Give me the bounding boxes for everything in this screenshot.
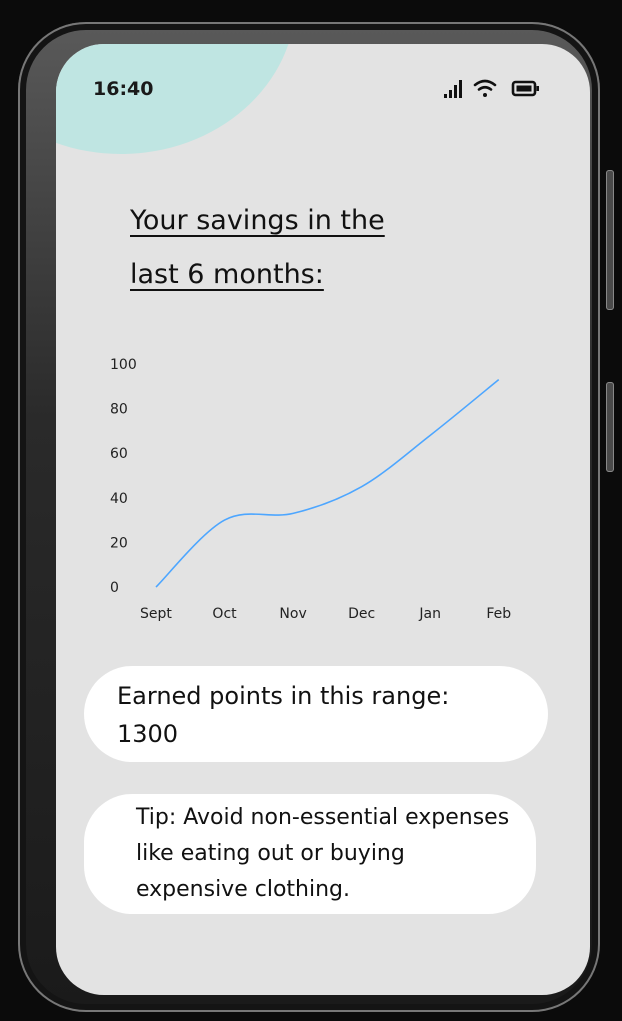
y-tick-label: 0 bbox=[110, 580, 119, 596]
y-tick-label: 100 bbox=[110, 357, 137, 373]
tip-text: Tip: Avoid non-essential expenses like e… bbox=[136, 805, 510, 902]
volume-button bbox=[606, 170, 614, 310]
x-tick-label: Sept bbox=[140, 606, 172, 622]
x-tick-label: Dec bbox=[348, 606, 375, 622]
page-title: Your savings in the last 6 months: bbox=[130, 194, 490, 302]
savings-series-line bbox=[155, 378, 500, 588]
phone-screen: 16:40 Your savings in the last 6 months:… bbox=[56, 44, 590, 995]
title-line-1: Your savings in the bbox=[130, 205, 385, 236]
x-tick-label: Feb bbox=[486, 606, 511, 622]
points-value: 1300 bbox=[117, 720, 179, 748]
x-tick-label: Jan bbox=[418, 606, 441, 622]
decorative-blob bbox=[56, 44, 296, 154]
status-icons bbox=[444, 79, 539, 98]
y-tick-label: 40 bbox=[110, 491, 128, 507]
status-time: 16:40 bbox=[93, 78, 154, 100]
signal-icon bbox=[444, 80, 462, 98]
y-tick-label: 20 bbox=[110, 535, 128, 551]
battery-icon bbox=[511, 80, 539, 97]
x-tick-label: Oct bbox=[212, 606, 237, 622]
wifi-icon bbox=[473, 79, 497, 97]
tip-card: Tip: Avoid non-essential expenses like e… bbox=[84, 794, 536, 914]
points-card: Earned points in this range: 1300 bbox=[84, 666, 548, 762]
points-label: Earned points in this range: bbox=[117, 682, 450, 710]
power-button bbox=[606, 382, 614, 472]
y-tick-label: 60 bbox=[110, 446, 128, 462]
y-tick-label: 80 bbox=[110, 402, 128, 418]
title-line-2: last 6 months: bbox=[130, 259, 324, 290]
x-tick-label: Nov bbox=[279, 606, 306, 622]
savings-chart: 0 20 40 60 80 100 Sept Oct Nov Dec Jan Feb bbox=[110, 357, 511, 622]
